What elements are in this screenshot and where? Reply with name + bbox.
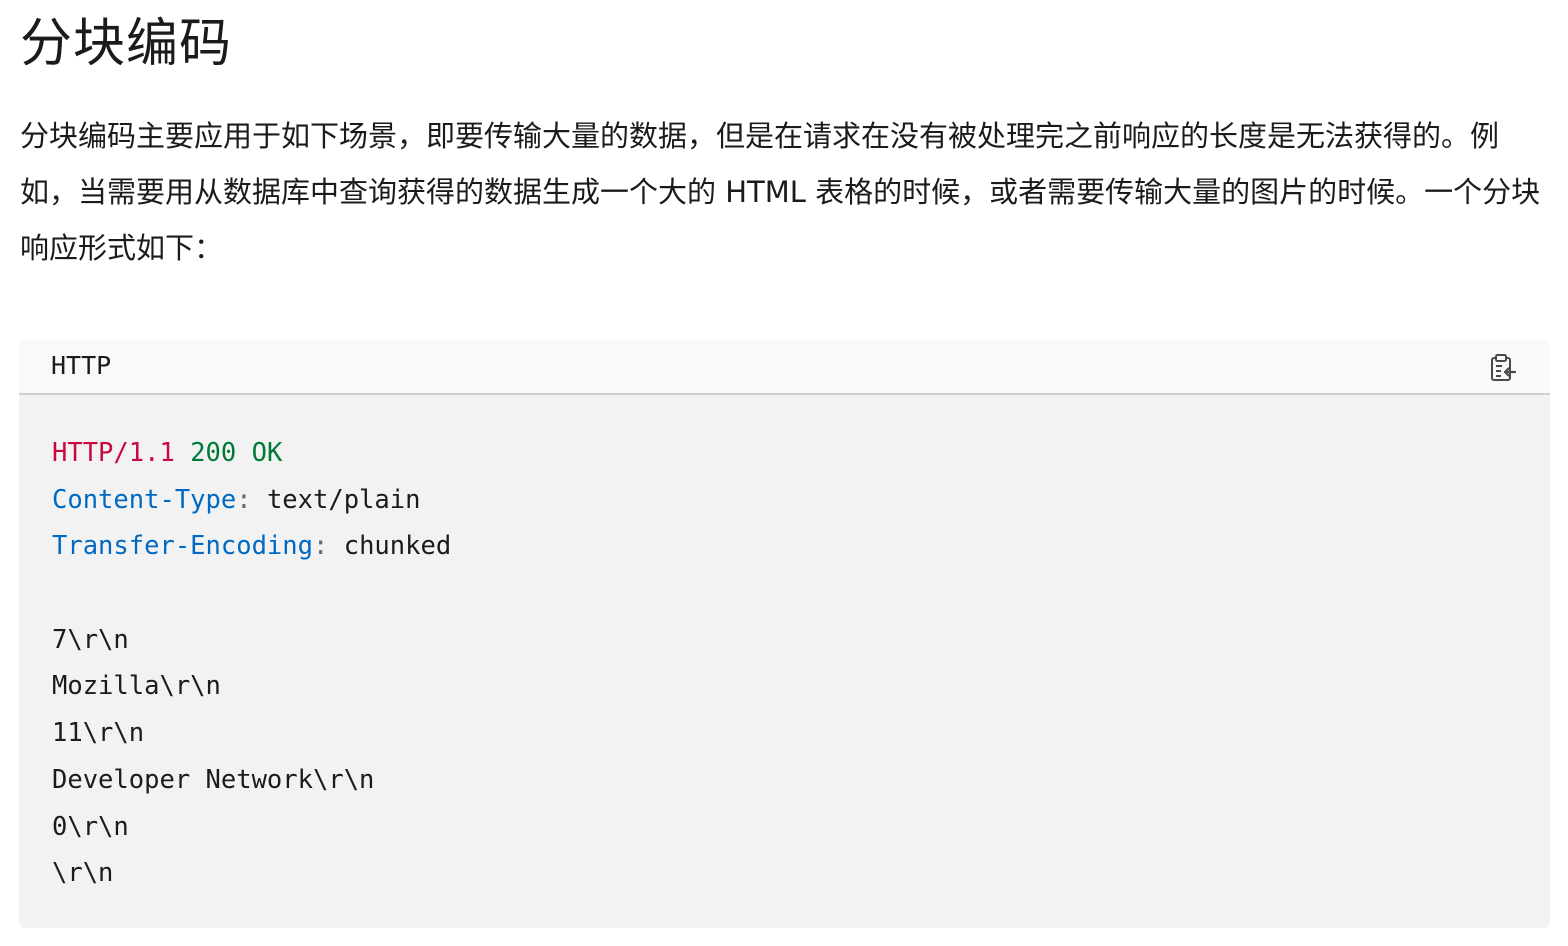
http-protocol: HTTP/1.1	[52, 438, 175, 468]
header-separator: :	[313, 531, 329, 562]
intro-paragraph: 分块编码主要应用于如下场景，即要传输大量的数据，但是在请求在没有被处理完之前响应…	[20, 119, 1541, 265]
header-value: chunked	[328, 531, 452, 562]
chunk-body-line: 11\r\n	[52, 718, 145, 749]
page: 分块编码 分块编码主要应用于如下场景，即要传输大量的数据，但是在请求在没有被处理…	[0, 0, 1568, 946]
copy-code-button[interactable]	[1484, 350, 1520, 384]
chunk-body-line: \r\n	[52, 858, 114, 889]
chunk-body-line: 0\r\n	[52, 811, 129, 842]
clipboard-copy-icon	[1491, 353, 1517, 381]
header-name: Transfer-Encoding	[52, 531, 313, 562]
header-name: Content-Type	[52, 484, 237, 515]
code-body: HTTP/1.1 200 OK Content-Type: text/plain T…	[52, 430, 451, 897]
header-line: Transfer-Encoding: chunked	[52, 523, 451, 570]
chunk-body-line: Mozilla\r\n	[52, 671, 221, 702]
status-line: HTTP/1.1 200 OK	[52, 430, 451, 477]
header-separator: :	[236, 484, 252, 515]
chunk-body-line: 7\r\n	[52, 624, 129, 655]
code-block-header: HTTP	[19, 340, 1550, 395]
section-heading: 分块编码	[20, 14, 233, 74]
header-line: Content-Type: text/plain	[52, 477, 451, 524]
http-status: 200 OK	[190, 438, 283, 468]
chunk-body-line: Developer Network\r\n	[52, 764, 375, 795]
code-example-block: HTTP HTTP/1.1 200 OK Content-Type: text/p…	[19, 340, 1550, 928]
code-language-label: HTTP	[51, 351, 112, 380]
header-value: text/plain	[251, 484, 421, 515]
